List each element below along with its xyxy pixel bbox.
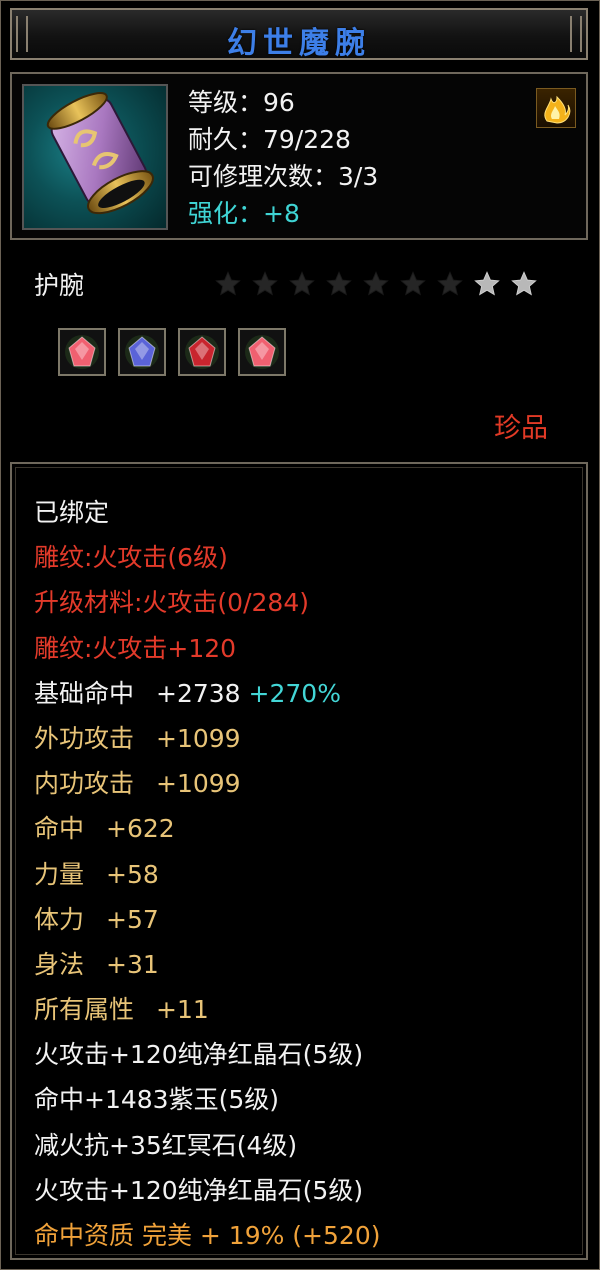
outer-attack-line: 外功攻击 +1099: [34, 716, 380, 761]
red-gem-icon: [185, 335, 219, 369]
gem-slots: [58, 328, 286, 376]
item-type: 护腕: [34, 271, 85, 300]
all-attributes-line: 所有属性 +11: [34, 987, 380, 1032]
inner-attack-line: 内功攻击 +1099: [34, 761, 380, 806]
item-refine-level: 强化：+8: [188, 199, 300, 228]
strength-value: +58: [106, 859, 159, 889]
hit-value: +622: [106, 814, 175, 844]
item-durability: 耐久：79/228: [188, 125, 351, 154]
vitality-line: 体力 +57: [34, 897, 380, 942]
base-hit-value: +2738: [156, 678, 241, 708]
strength-label: 力量: [34, 859, 85, 889]
engrave-line: 雕纹:火攻击(6级): [34, 543, 228, 573]
pink-gem-icon: [65, 335, 99, 369]
upgrade-material-line: 升级材料:火攻击(0/284): [34, 588, 309, 618]
base-hit-label: 基础命中: [34, 678, 135, 708]
star-rating: [210, 266, 541, 301]
inner-attack-value: +1099: [156, 769, 241, 799]
fire-element-icon: [536, 88, 576, 128]
hit-label: 命中: [34, 814, 85, 844]
star-empty-icon: [432, 266, 467, 301]
title-bar: 幻世魔腕: [10, 8, 588, 61]
gem-slot-3[interactable]: [178, 328, 226, 376]
star-filled-icon: [469, 266, 504, 301]
hit-aptitude-line: 命中资质 完美 + 19% (+520): [34, 1221, 381, 1250]
star-empty-icon: [358, 266, 393, 301]
item-stats: 等级：96 耐久：79/228 可修理次数：3/3 强化：+8: [188, 84, 378, 232]
gem-effect-3: 减火抗+35红冥石(4级): [34, 1130, 298, 1160]
agility-value: +31: [106, 949, 159, 979]
bound-status: 已绑定: [34, 498, 110, 527]
strength-line: 力量 +58: [34, 852, 380, 897]
gem-effect-2: 命中+1483紫玉(5级): [34, 1085, 279, 1115]
item-repair-count: 可修理次数：3/3: [188, 162, 379, 191]
star-empty-icon: [247, 266, 282, 301]
star-filled-icon: [506, 266, 541, 301]
star-empty-icon: [395, 266, 430, 301]
vitality-label: 体力: [34, 904, 85, 934]
base-hit-line: 基础命中 +2738 +270%: [34, 671, 380, 716]
base-hit-percent: +270%: [248, 678, 341, 708]
gem-slot-4[interactable]: [238, 328, 286, 376]
gem-effect-4: 火攻击+120纯净红晶石(5级): [34, 1175, 364, 1205]
item-level: 等级：96: [188, 88, 295, 117]
agility-line: 身法 +31: [34, 942, 380, 987]
item-icon[interactable]: [22, 84, 168, 230]
engrave-bonus-line: 雕纹:火攻击+120: [34, 633, 237, 663]
star-empty-icon: [321, 266, 356, 301]
inner-attack-label: 内功攻击: [34, 769, 135, 799]
star-empty-icon: [284, 266, 319, 301]
pink-gem-icon: [245, 335, 279, 369]
item-quality: 珍品: [494, 413, 548, 444]
gem-slot-1[interactable]: [58, 328, 106, 376]
star-empty-icon: [210, 266, 245, 301]
hit-line: 命中 +622: [34, 806, 380, 851]
agility-label: 身法: [34, 949, 85, 979]
bracer-icon: [46, 92, 154, 215]
outer-attack-label: 外功攻击: [34, 723, 135, 753]
gem-effect-1: 火攻击+120纯净红晶石(5级): [34, 1040, 364, 1070]
blue-gem-icon: [125, 335, 159, 369]
all-attributes-label: 所有属性: [34, 995, 135, 1025]
item-name: 幻世魔腕: [227, 26, 371, 61]
vitality-value: +57: [106, 904, 159, 934]
attribute-list: 已绑定 雕纹:火攻击(6级) 升级材料:火攻击(0/284) 雕纹:火攻击+12…: [34, 490, 380, 1258]
all-attributes-value: +11: [156, 995, 209, 1025]
outer-attack-value: +1099: [156, 723, 241, 753]
gem-slot-2[interactable]: [118, 328, 166, 376]
